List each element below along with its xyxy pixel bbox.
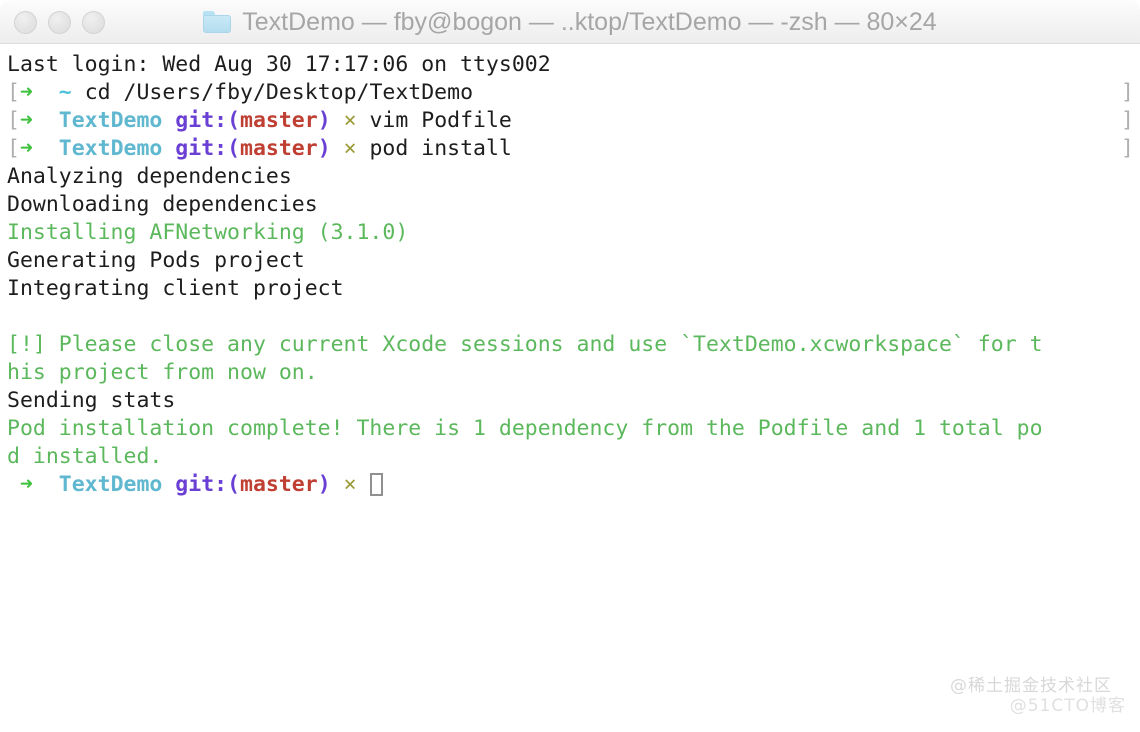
prompt-git-close: ) — [317, 108, 331, 133]
terminal-prompt-line: [➜ ~ cd /Users/fby/Desktop/TextDemo] — [0, 79, 1140, 107]
terminal-command-text: vim Podfile — [356, 108, 512, 133]
terminal-output-line: Analyzing dependencies — [0, 163, 1140, 191]
prompt-git-branch: master — [240, 108, 318, 133]
watermark-51cto: @51CTO博客 — [1009, 696, 1126, 716]
traffic-light-group — [14, 0, 105, 44]
text-cursor — [369, 473, 383, 496]
prompt-path: TextDemo — [58, 108, 163, 133]
terminal-output-line: Last login: Wed Aug 30 17:17:06 on ttys0… — [0, 51, 1140, 79]
terminal-output-line: Installing AFNetworking (3.1.0) — [0, 219, 1140, 247]
prompt-git-label: git:( — [162, 136, 241, 161]
watermark-juejin: @稀土掘金技术社区 — [950, 676, 1112, 696]
terminal-output-line: Downloading dependencies — [0, 191, 1140, 219]
terminal-command-text — [357, 472, 370, 497]
prompt-path: ~ — [58, 80, 72, 105]
terminal-text: his project from now on. — [7, 360, 318, 385]
prompt-bracket-left: [ — [7, 136, 20, 161]
terminal-text: Last login: Wed Aug 30 17:17:06 on ttys0… — [7, 52, 551, 77]
terminal-output-area[interactable]: Last login: Wed Aug 30 17:17:06 on ttys0… — [0, 44, 1140, 732]
terminal-text: Installing AFNetworking (3.1.0) — [7, 220, 409, 245]
prompt-arrow-icon: ➜ — [19, 472, 33, 497]
prompt-gap — [33, 108, 59, 133]
prompt-git-branch: master — [240, 472, 318, 497]
prompt-git-close: ) — [317, 136, 331, 161]
prompt-arrow-icon: ➜ — [19, 108, 33, 133]
prompt-bracket-left — [7, 472, 20, 497]
prompt-git-label: git:( — [162, 472, 241, 497]
prompt-dirty-marker: × — [330, 108, 357, 133]
terminal-output-line: d installed. — [0, 443, 1140, 471]
terminal-command-text: pod install — [356, 136, 512, 161]
terminal-output-line: Pod installation complete! There is 1 de… — [0, 415, 1140, 443]
prompt-arrow-icon: ➜ — [19, 80, 33, 105]
zoom-button[interactable] — [82, 10, 105, 34]
terminal-text: Downloading dependencies — [7, 192, 318, 217]
window-title: TextDemo — fby@bogon — ..ktop/TextDemo —… — [242, 7, 937, 36]
close-button[interactable] — [14, 10, 37, 34]
prompt-bracket-right: ] — [1121, 136, 1134, 161]
terminal-prompt-line: [➜ TextDemo git:(master) × vim Podfile] — [0, 107, 1140, 135]
prompt-git-branch: master — [240, 136, 318, 161]
prompt-gap — [33, 472, 59, 497]
prompt-gap — [33, 80, 59, 105]
terminal-text: Integrating client project — [7, 276, 344, 301]
terminal-output-line: Generating Pods project — [0, 247, 1140, 275]
terminal-output-line: Sending stats — [0, 387, 1140, 415]
terminal-text: Pod installation complete! There is 1 de… — [7, 416, 1043, 441]
terminal-lines: Last login: Wed Aug 30 17:17:06 on ttys0… — [0, 51, 1140, 499]
prompt-gap — [33, 136, 59, 161]
title-group: TextDemo — fby@bogon — ..ktop/TextDemo —… — [0, 0, 1140, 44]
terminal-text: [!] Please close any current Xcode sessi… — [7, 332, 1043, 357]
prompt-bracket-left: [ — [7, 80, 20, 105]
terminal-prompt-line: ➜ TextDemo git:(master) × — [0, 471, 1140, 499]
terminal-window: TextDemo — fby@bogon — ..ktop/TextDemo —… — [0, 0, 1140, 732]
prompt-dirty-marker: × — [330, 472, 357, 497]
terminal-prompt-line: [➜ TextDemo git:(master) × pod install] — [0, 135, 1140, 163]
prompt-path: TextDemo — [58, 472, 163, 497]
terminal-text: Generating Pods project — [7, 248, 305, 273]
terminal-text: Sending stats — [7, 388, 176, 413]
prompt-dirty-marker: × — [330, 136, 357, 161]
terminal-text: Analyzing dependencies — [7, 164, 292, 189]
terminal-output-line — [0, 303, 1140, 331]
prompt-arrow-icon: ➜ — [19, 136, 33, 161]
terminal-output-line: Integrating client project — [0, 275, 1140, 303]
prompt-bracket-right: ] — [1121, 80, 1134, 105]
prompt-path: TextDemo — [58, 136, 163, 161]
prompt-git-label: git:( — [162, 108, 241, 133]
terminal-command-text: cd /Users/fby/Desktop/TextDemo — [71, 80, 474, 105]
terminal-output-line: [!] Please close any current Xcode sessi… — [0, 331, 1140, 359]
terminal-text: d installed. — [7, 444, 163, 469]
prompt-bracket-left: [ — [7, 108, 20, 133]
prompt-bracket-right: ] — [1121, 108, 1134, 133]
folder-icon — [203, 11, 232, 33]
title-bar[interactable]: TextDemo — fby@bogon — ..ktop/TextDemo —… — [0, 0, 1140, 44]
terminal-output-line: his project from now on. — [0, 359, 1140, 387]
prompt-git-close: ) — [317, 472, 331, 497]
minimize-button[interactable] — [48, 10, 71, 34]
